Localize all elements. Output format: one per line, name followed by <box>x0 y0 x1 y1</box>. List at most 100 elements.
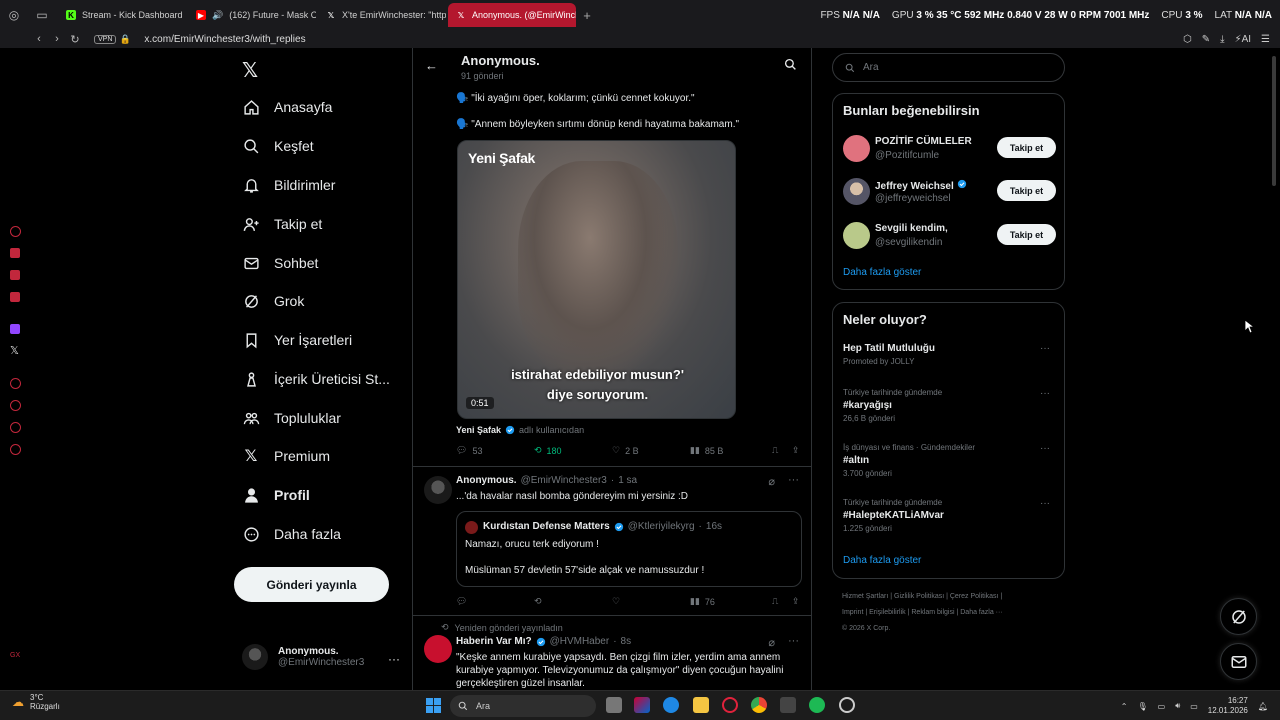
taskbar-search[interactable]: Ara <box>450 695 596 717</box>
tab-x-profile[interactable]: 𝕏 Anonymous. (@EmirWinch <box>448 3 576 27</box>
nav-profile[interactable]: Profil <box>242 486 310 504</box>
messages-float-button[interactable] <box>1220 643 1257 680</box>
account-switcher[interactable]: Anonymous. @EmirWinchester3 <box>242 644 364 670</box>
more-icon[interactable]: ··· <box>1040 443 1050 454</box>
twitch-icon[interactable] <box>10 324 20 334</box>
new-tab-button[interactable]: + <box>576 8 598 23</box>
network-icon[interactable]: ▭ <box>1158 702 1166 711</box>
back-icon[interactable]: ‹ <box>30 33 48 45</box>
clock[interactable]: 16:27 12.01.2026 <box>1208 696 1248 716</box>
suggestion-item[interactable]: Jeffrey Weichsel @jeffreyweichsel Takip … <box>843 176 1056 206</box>
sidebar-app-icon[interactable] <box>10 270 20 280</box>
app-icon[interactable] <box>634 697 650 713</box>
store-icon[interactable] <box>780 697 796 713</box>
ai-button[interactable]: ⚡AI <box>1235 34 1251 45</box>
trend-item[interactable]: Türkiye tarihinde gündemde #HalepteKATLi… <box>843 498 1056 533</box>
follow-button[interactable]: Takip et <box>997 137 1056 158</box>
tab-x-post[interactable]: 𝕏 X'te EmirWinchester: "http <box>318 3 446 27</box>
lock-icon[interactable]: 🔒 <box>116 34 134 45</box>
avatar[interactable] <box>424 635 452 663</box>
repost-button[interactable]: ⟲ <box>534 596 612 607</box>
sidebar-app-icon[interactable] <box>10 292 20 302</box>
bookmark-button[interactable]: ⎍ <box>772 445 792 456</box>
extension-icon[interactable]: ✎ <box>1202 34 1210 45</box>
download-icon[interactable]: ⤓ <box>1220 34 1224 45</box>
share-button[interactable]: ⇪ <box>792 596 800 607</box>
search-icon[interactable] <box>784 58 797 76</box>
reload-icon[interactable]: ↻ <box>66 33 84 46</box>
nav-grok[interactable]: Grok <box>242 292 304 310</box>
file-explorer-icon[interactable] <box>693 697 709 713</box>
nav-notifications[interactable]: Bildirimler <box>242 176 335 194</box>
trend-item[interactable]: İş dünyası ve finans · Gündemdekiler #al… <box>843 443 1056 478</box>
grok-icon[interactable]: ⌀ <box>768 475 775 488</box>
microphone-icon[interactable]: 🎙︎ <box>1137 702 1147 711</box>
snapshot-icon[interactable]: ⬡ <box>1183 34 1192 45</box>
battery-icon[interactable]: ▭ <box>1190 702 1198 711</box>
back-arrow-icon[interactable]: ← <box>425 58 438 73</box>
nav-communities[interactable]: Topluluklar <box>242 409 341 427</box>
edge-icon[interactable] <box>663 697 679 713</box>
nav-home[interactable]: Anasayfa <box>242 98 332 116</box>
forward-icon[interactable]: › <box>48 33 66 45</box>
windows-start-icon[interactable] <box>426 698 441 713</box>
nav-premium[interactable]: 𝕏 Premium <box>242 447 330 465</box>
more-icon[interactable]: ··· <box>788 474 799 486</box>
opera-gx-icon[interactable] <box>722 697 738 713</box>
views-button[interactable]: ▮▮ 76 <box>690 596 772 607</box>
bookmark-button[interactable]: ⎍ <box>772 596 792 607</box>
footer-links[interactable]: Imprint | Erişilebilirlik | Reklam bilgi… <box>842 609 1003 616</box>
grok-float-button[interactable] <box>1220 598 1257 635</box>
reply-button[interactable]: 💬︎ 53 <box>456 445 534 456</box>
vpn-badge[interactable]: VPN <box>94 34 117 44</box>
more-icon[interactable]: ··· <box>1040 388 1050 399</box>
show-more-link[interactable]: Daha fazla göster <box>843 267 921 278</box>
scrollbar[interactable] <box>1272 56 1276 186</box>
history-icon[interactable] <box>10 400 21 411</box>
reply-button[interactable]: 💬︎ <box>456 596 534 607</box>
avatar[interactable] <box>424 476 452 504</box>
nav-bookmarks[interactable]: Yer İşaretleri <box>242 331 352 349</box>
tab-youtube[interactable]: ▶ 🔊 (162) Future - Mask Of <box>188 3 316 27</box>
workspaces-icon[interactable]: ▭ <box>28 0 56 30</box>
chrome-icon[interactable] <box>751 697 767 713</box>
volume-icon[interactable]: 🔊︎ <box>1175 701 1180 711</box>
chevron-up-icon[interactable]: ⌃ <box>1121 702 1128 711</box>
nav-more[interactable]: Daha fazla <box>242 525 341 543</box>
tweet-time[interactable]: 8s <box>621 636 632 647</box>
author-name[interactable]: Haberin Var Mı? <box>456 636 532 647</box>
x-sidebar-icon[interactable]: 𝕏 <box>10 344 19 357</box>
author-handle[interactable]: @HVMHaber <box>550 636 610 647</box>
notification-icon[interactable]: 🔔︎ <box>1258 702 1268 711</box>
post-button[interactable]: Gönderi yayınla <box>234 567 389 602</box>
repost-button[interactable]: ⟲ 180 <box>534 445 612 456</box>
trend-item[interactable]: Türkiye tarihinde gündemde #karyağışı 26… <box>843 388 1056 423</box>
grok-icon[interactable]: ⌀ <box>768 636 775 649</box>
tweet-time[interactable]: 1 sa <box>618 475 637 486</box>
share-button[interactable]: ⇪ <box>792 445 800 456</box>
speaker-icon[interactable]: 🔊 <box>212 10 223 21</box>
quoted-tweet[interactable]: Kurdıstan Defense Matters @Ktleriyilekyr… <box>456 511 802 587</box>
weather-widget[interactable]: ☁ 3°C Rüzgarlı <box>12 693 60 711</box>
like-button[interactable]: ♡ 2 B <box>612 445 690 456</box>
sidebar-app-icon[interactable] <box>10 378 21 389</box>
trend-item[interactable]: Hep Tatil Mutluluğu Promoted by JOLLY ··… <box>843 343 1056 366</box>
footer-links[interactable]: Hizmet Şartları | Gizlilik Politikası | … <box>842 593 1002 600</box>
app-icon[interactable] <box>839 697 855 713</box>
sidebar-app-icon[interactable] <box>10 422 21 433</box>
gx-icon[interactable]: GX <box>10 652 20 659</box>
show-more-link[interactable]: Daha fazla göster <box>843 555 921 566</box>
task-view-icon[interactable] <box>606 697 622 713</box>
author-name[interactable]: Anonymous. <box>456 475 517 486</box>
nav-chat[interactable]: Sohbet <box>242 254 318 272</box>
account-more-icon[interactable]: ··· <box>388 652 400 666</box>
spotify-icon[interactable] <box>809 697 825 713</box>
settings-icon[interactable] <box>10 444 21 455</box>
nav-creator-studio[interactable]: İçerik Üreticisi St... <box>242 370 390 388</box>
video-player[interactable]: Yeni Şafak istirahat edebiliyor musun?' … <box>457 140 736 419</box>
search-input[interactable]: Ara <box>832 53 1065 82</box>
tab-menu-icon[interactable]: ◎ <box>0 0 28 30</box>
suggestion-item[interactable]: Sevgili kendim, @sevgilikendin Takip et <box>843 220 1056 250</box>
video-source[interactable]: Yeni Şafak adlı kullanıcıdan <box>456 425 584 435</box>
views-button[interactable]: ▮▮ 85 B <box>690 445 772 456</box>
